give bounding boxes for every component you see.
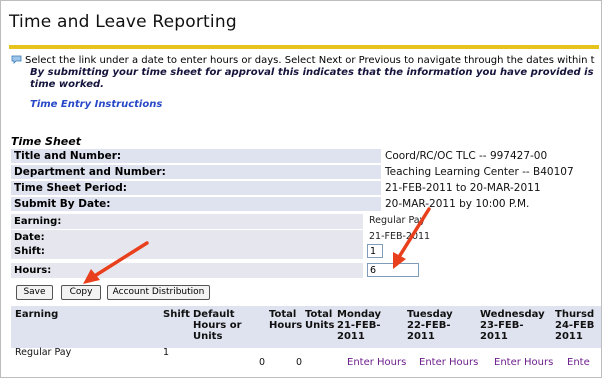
annotation-arrows [83, 207, 431, 284]
browser-frame: Time and Leave Reporting Select the link… [0, 0, 602, 378]
arrow-to-copy-icon [83, 241, 149, 284]
arrow-to-hours-icon [393, 207, 431, 269]
